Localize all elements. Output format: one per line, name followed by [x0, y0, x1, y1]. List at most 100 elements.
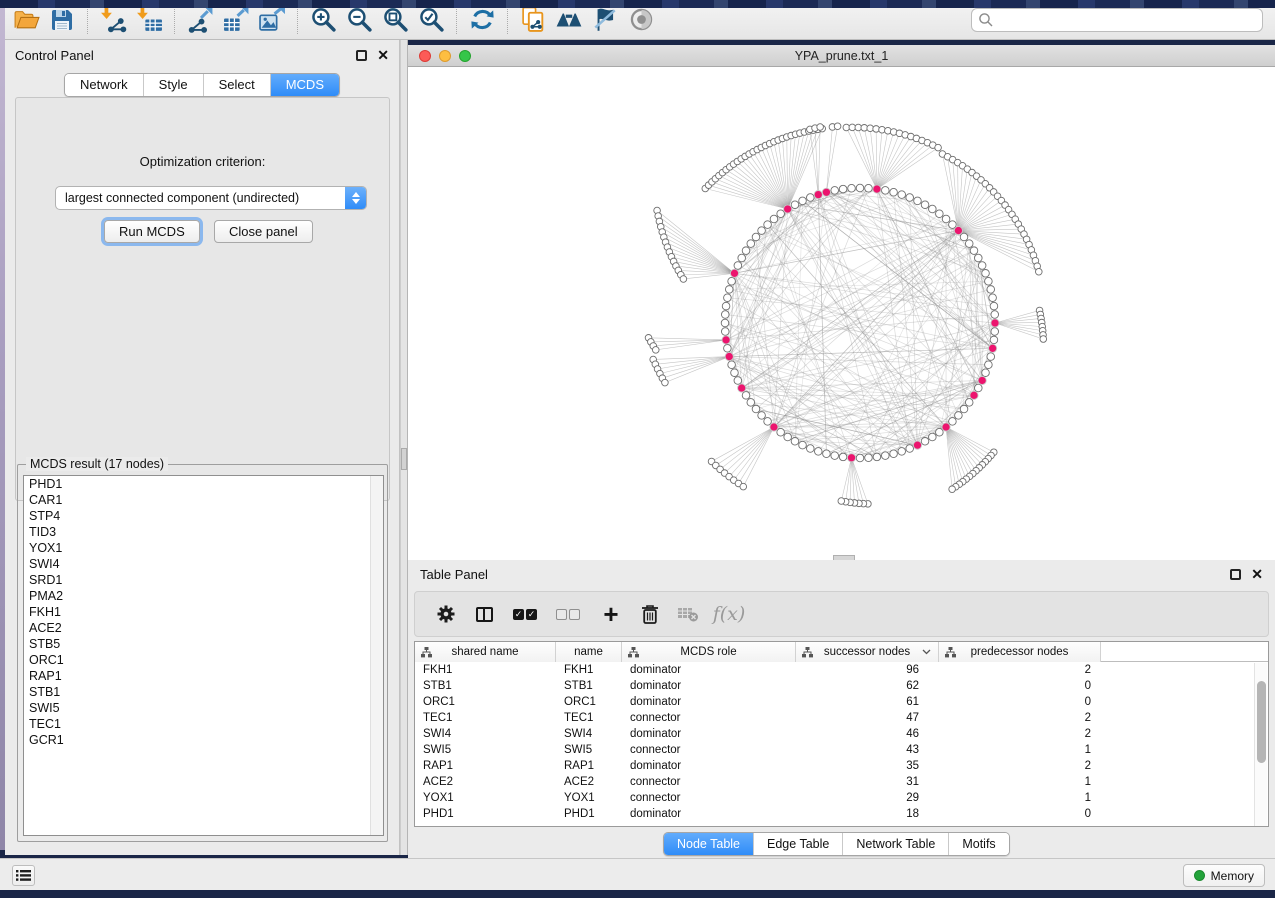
tab-mcds[interactable]: MCDS	[270, 74, 339, 96]
table-scrollbar[interactable]	[1254, 663, 1267, 826]
delete-table-button[interactable]	[669, 598, 707, 630]
export-image-button[interactable]	[254, 4, 290, 36]
network-node[interactable]	[764, 418, 772, 426]
add-column-button[interactable]: +	[591, 598, 631, 630]
network-node[interactable]	[1035, 268, 1042, 275]
import-network-button[interactable]	[95, 4, 131, 36]
network-node[interactable]	[680, 276, 687, 283]
network-node[interactable]	[747, 240, 755, 248]
network-node[interactable]	[873, 453, 881, 461]
mcds-result-item[interactable]: GCR1	[24, 732, 383, 748]
mcds-dominator-node[interactable]	[847, 454, 855, 462]
graphics-details-button[interactable]	[587, 4, 623, 36]
network-node[interactable]	[777, 210, 785, 218]
memory-button[interactable]: Memory	[1183, 864, 1265, 887]
mcds-result-item[interactable]: SRD1	[24, 572, 383, 588]
network-node[interactable]	[865, 454, 873, 462]
search-binoculars-button[interactable]	[551, 4, 587, 36]
network-node[interactable]	[987, 286, 995, 294]
network-node[interactable]	[738, 254, 746, 262]
task-history-button[interactable]	[12, 865, 35, 886]
network-node[interactable]	[960, 405, 968, 413]
network-node[interactable]	[965, 399, 973, 407]
mcds-result-item[interactable]: SWI5	[24, 700, 383, 716]
mcds-dominator-node[interactable]	[873, 185, 881, 193]
network-node[interactable]	[975, 384, 983, 392]
search-input[interactable]	[971, 8, 1263, 32]
tab-style[interactable]: Style	[143, 74, 203, 96]
split-columns-button[interactable]	[463, 598, 505, 630]
mcds-result-item[interactable]: CAR1	[24, 492, 383, 508]
table-row[interactable]: ACE2ACE2connector311	[415, 774, 1269, 790]
network-node[interactable]	[881, 452, 889, 460]
network-node[interactable]	[942, 215, 950, 223]
table-tab-node-table[interactable]: Node Table	[664, 833, 753, 855]
network-node[interactable]	[955, 412, 963, 420]
open-file-button[interactable]	[8, 4, 44, 36]
network-node[interactable]	[807, 445, 815, 453]
zoom-out-button[interactable]	[341, 4, 377, 36]
network-node[interactable]	[989, 294, 997, 302]
mcds-result-item[interactable]: RAP1	[24, 668, 383, 684]
deselect-all-button[interactable]	[545, 598, 591, 630]
network-node[interactable]	[728, 361, 736, 369]
mcds-dominator-node[interactable]	[730, 269, 738, 277]
network-node[interactable]	[987, 353, 995, 361]
mcds-dominator-node[interactable]	[942, 423, 950, 431]
network-node[interactable]	[764, 221, 772, 229]
network-node[interactable]	[721, 319, 729, 327]
network-node[interactable]	[662, 379, 669, 386]
clone-network-button[interactable]	[515, 4, 551, 36]
float-panel-icon[interactable]	[356, 50, 367, 61]
network-node[interactable]	[731, 369, 739, 377]
network-node[interactable]	[777, 428, 785, 436]
network-node[interactable]	[817, 124, 824, 131]
mcds-result-list[interactable]: PHD1CAR1STP4TID3YOX1SWI4SRD1PMA2FKH1ACE2…	[23, 475, 384, 836]
table-row[interactable]: YOX1YOX1connector291	[415, 790, 1269, 806]
network-node[interactable]	[921, 438, 929, 446]
mcds-result-item[interactable]: PHD1	[24, 476, 383, 492]
zoom-in-button[interactable]	[305, 4, 341, 36]
network-node[interactable]	[652, 347, 659, 354]
network-canvas[interactable]	[408, 67, 1275, 560]
network-node[interactable]	[724, 344, 732, 352]
network-node[interactable]	[752, 233, 760, 241]
mcds-result-item[interactable]: STP4	[24, 508, 383, 524]
network-node[interactable]	[799, 441, 807, 449]
network-node[interactable]	[906, 194, 914, 202]
mcds-result-item[interactable]: PMA2	[24, 588, 383, 604]
column-header-shared-name[interactable]: shared name	[415, 642, 556, 662]
table-scrollbar-thumb[interactable]	[1257, 681, 1266, 763]
network-node[interactable]	[742, 247, 750, 255]
network-node[interactable]	[982, 270, 990, 278]
network-node[interactable]	[791, 438, 799, 446]
mcds-result-item[interactable]: FKH1	[24, 604, 383, 620]
network-node[interactable]	[770, 215, 778, 223]
network-node[interactable]	[814, 448, 822, 456]
mcds-dominator-node[interactable]	[991, 319, 999, 327]
import-table-button[interactable]	[131, 4, 167, 36]
network-node[interactable]	[936, 210, 944, 218]
tab-network[interactable]: Network	[65, 74, 143, 96]
network-node[interactable]	[725, 286, 733, 294]
network-node[interactable]	[921, 201, 929, 209]
run-mcds-button[interactable]: Run MCDS	[104, 220, 200, 243]
mcds-dominator-node[interactable]	[822, 188, 830, 196]
network-node[interactable]	[991, 328, 999, 336]
network-node[interactable]	[982, 369, 990, 377]
network-node[interactable]	[831, 452, 839, 460]
export-table-button[interactable]	[218, 4, 254, 36]
mcds-dominator-node[interactable]	[954, 226, 962, 234]
tab-select[interactable]: Select	[203, 74, 270, 96]
table-row[interactable]: RAP1RAP1dominator352	[415, 758, 1269, 774]
table-row[interactable]: TEC1TEC1connector472	[415, 710, 1269, 726]
network-node[interactable]	[960, 233, 968, 241]
network-node[interactable]	[734, 262, 742, 270]
network-node[interactable]	[975, 254, 983, 262]
table-row[interactable]: SWI5SWI5connector431	[415, 742, 1269, 758]
birdseye-button[interactable]	[623, 4, 659, 36]
network-node[interactable]	[936, 428, 944, 436]
mcds-result-item[interactable]: STB1	[24, 684, 383, 700]
table-row[interactable]: FKH1FKH1dominator962	[415, 662, 1269, 678]
mcds-result-item[interactable]: TEC1	[24, 716, 383, 732]
